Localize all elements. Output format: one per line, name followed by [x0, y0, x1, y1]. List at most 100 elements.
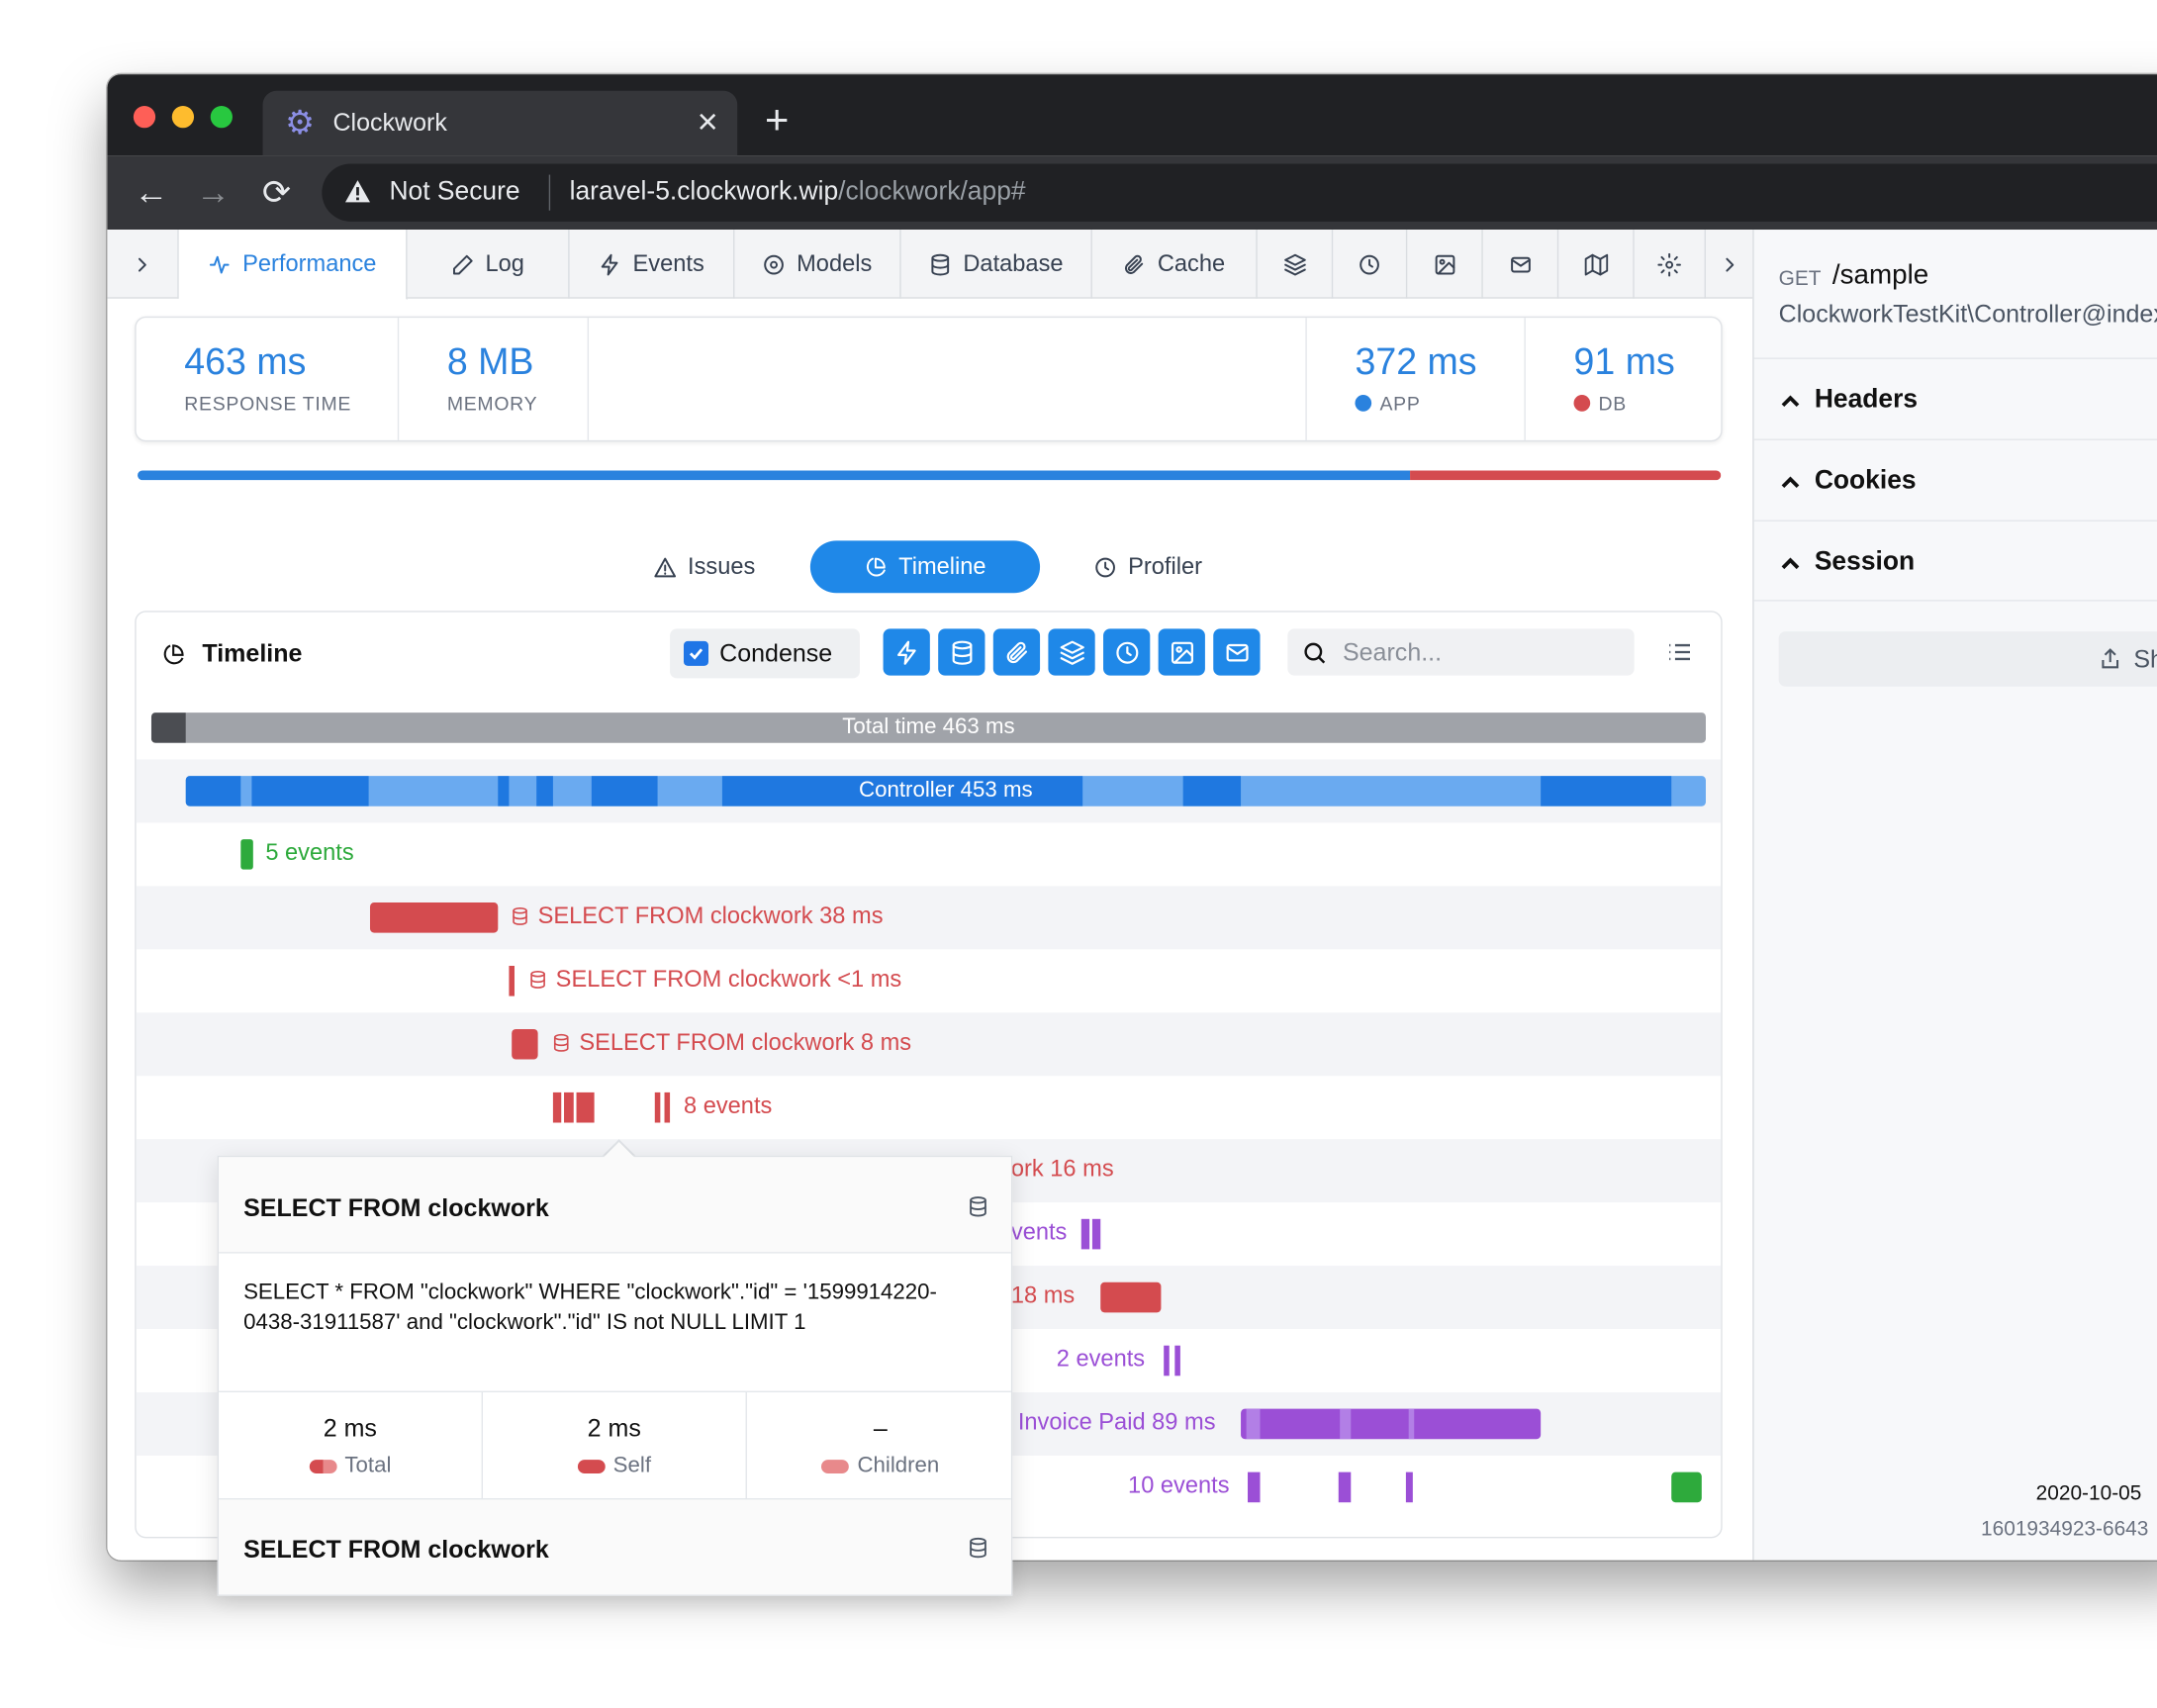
- list-icon[interactable]: [1666, 638, 1694, 666]
- tab-notifications[interactable]: [1483, 230, 1559, 299]
- timeline-row-events-2[interactable]: 8 events: [137, 1076, 1722, 1139]
- minimize-window-button[interactable]: [171, 106, 195, 129]
- share-icon: [2102, 648, 2119, 669]
- stat-response-time: 463 ms RESPONSE TIME: [137, 318, 400, 440]
- tab-queue[interactable]: [1333, 230, 1408, 299]
- new-tab-button[interactable]: +: [765, 100, 789, 142]
- total-legend-swatch: [309, 1460, 337, 1474]
- filter-notifications-button[interactable]: [1213, 628, 1261, 676]
- chevron-up-icon: [1781, 476, 1800, 489]
- settings-button[interactable]: [1635, 230, 1706, 299]
- tab-database[interactable]: Database: [901, 230, 1092, 299]
- browser-toolbar: ← → ⟳ Not Secure laravel-5.clockwork.wip…: [107, 155, 2157, 231]
- tab-events[interactable]: Events: [570, 230, 735, 299]
- paperclip-icon: [1125, 254, 1144, 274]
- paperclip-icon: [1005, 641, 1027, 663]
- expand-sidebar-button[interactable]: [107, 230, 179, 299]
- share-button[interactable]: Share: [1778, 631, 2157, 687]
- clock-icon: [1360, 254, 1379, 274]
- tab-cache[interactable]: Cache: [1092, 230, 1258, 299]
- children-legend-swatch: [821, 1460, 850, 1474]
- query-bar: [509, 965, 515, 996]
- section-cookies[interactable]: Cookies: [1753, 438, 2157, 521]
- image-icon: [1171, 640, 1193, 664]
- subtab-timeline[interactable]: Timeline: [809, 540, 1041, 594]
- event-marker: [564, 1091, 574, 1123]
- tab-log[interactable]: Log: [408, 230, 570, 299]
- children-label: Children: [857, 1454, 940, 1478]
- url-separator: [548, 174, 551, 211]
- tab-cache-label: Cache: [1157, 250, 1226, 277]
- zoom-window-button[interactable]: [210, 106, 233, 129]
- event-marker: [1091, 1218, 1101, 1250]
- filter-events-button[interactable]: [883, 628, 930, 676]
- popover-next-title: SELECT FROM clockwork: [243, 1535, 549, 1564]
- browser-tab[interactable]: ⚙ Clockwork ×: [262, 90, 738, 156]
- filter-queue-button[interactable]: [1103, 628, 1151, 676]
- forward-icon[interactable]: →: [195, 175, 231, 211]
- timeline-row-controller[interactable]: Controller 453 ms: [136, 759, 1722, 823]
- row-label: 10 events: [1128, 1471, 1230, 1499]
- stat-app: 372 ms APP: [1305, 318, 1526, 440]
- timeline-row-query-2[interactable]: SELECT FROM clockwork <1 ms: [137, 949, 1722, 1012]
- filter-redis-button[interactable]: [1048, 628, 1095, 676]
- clock-icon: [1115, 640, 1138, 664]
- url-text[interactable]: laravel-5.clockwork.wip/clockwork/app#: [570, 177, 1026, 208]
- close-window-button[interactable]: [133, 106, 156, 129]
- filter-cache-button[interactable]: [992, 628, 1041, 676]
- subtab-profiler[interactable]: Profiler: [1076, 540, 1220, 593]
- back-icon[interactable]: ←: [134, 175, 169, 211]
- tab-views[interactable]: [1407, 230, 1483, 299]
- app-db-progress-bar: [138, 470, 1722, 481]
- controller-bar: Controller 453 ms: [185, 776, 1706, 807]
- search-input[interactable]: [1342, 628, 1618, 676]
- security-label[interactable]: Not Secure: [389, 177, 519, 208]
- address-bar[interactable]: Not Secure laravel-5.clockwork.wip/clock…: [322, 163, 2157, 222]
- close-icon[interactable]: ×: [698, 103, 718, 139]
- self-label-wrap: Self: [483, 1455, 746, 1479]
- tab-redis[interactable]: [1258, 230, 1334, 299]
- timeline-search[interactable]: [1287, 628, 1635, 676]
- tab-database-label: Database: [963, 250, 1064, 277]
- section-headers[interactable]: Headers: [1753, 357, 2157, 438]
- browser-tab-title: Clockwork: [332, 108, 447, 137]
- timeline-row-query-1[interactable]: SELECT FROM clockwork 38 ms: [136, 886, 1722, 950]
- condense-checkbox[interactable]: [683, 640, 709, 666]
- section-session[interactable]: Session: [1753, 520, 2157, 602]
- request-id: 1601934923-6643: [1981, 1517, 2149, 1542]
- subtab-timeline-label: Timeline: [898, 552, 986, 580]
- row-label: Invoice Paid 89 ms: [1017, 1408, 1216, 1436]
- query-bar: [369, 902, 499, 933]
- tab-routes[interactable]: [1558, 230, 1635, 299]
- timeline-row-query-3[interactable]: SELECT FROM clockwork 8 ms: [136, 1012, 1722, 1077]
- chevron-right-icon: [1725, 257, 1734, 271]
- stat-db: 91 ms DB: [1526, 318, 1721, 440]
- self-legend-swatch: [577, 1460, 606, 1474]
- self-label: Self: [612, 1454, 652, 1478]
- pencil-icon: [452, 254, 473, 274]
- condense-toggle[interactable]: Condense: [670, 628, 860, 679]
- tab-strip: ⚙ Clockwork × +: [107, 74, 2157, 156]
- request-controller: ClockworkTestKit\Controller@index: [1778, 300, 2157, 328]
- timeline-row-events-1[interactable]: 5 events: [137, 822, 1722, 886]
- map-icon: [1583, 253, 1608, 275]
- popover-stat-children: – Children: [747, 1392, 1011, 1501]
- filter-views-button[interactable]: [1158, 628, 1205, 676]
- filter-database-button[interactable]: [938, 628, 985, 676]
- response-time-label: RESPONSE TIME: [184, 392, 352, 415]
- share-label: Share: [2133, 645, 2157, 673]
- alert-triangle-icon: [654, 556, 676, 577]
- tab-models[interactable]: Models: [734, 230, 901, 299]
- row-label: ork 16 ms: [1010, 1155, 1114, 1183]
- collapse-sidebar-button[interactable]: [1706, 230, 1752, 299]
- tab-performance[interactable]: Performance: [178, 230, 408, 301]
- app-label-wrap: APP: [1355, 392, 1524, 414]
- subtab-issues[interactable]: Issues: [635, 540, 773, 593]
- section-headers-label: Headers: [1814, 385, 1919, 415]
- invoice-segment: [1246, 1408, 1261, 1440]
- tab-bar: Performance Log Events Models Database C…: [107, 230, 1753, 301]
- popover-stat-self: 2 ms Self: [483, 1391, 747, 1501]
- search-icon: [1304, 642, 1326, 664]
- popover-stat-total: 2 ms Total: [219, 1391, 483, 1501]
- reload-icon[interactable]: ⟳: [258, 175, 294, 211]
